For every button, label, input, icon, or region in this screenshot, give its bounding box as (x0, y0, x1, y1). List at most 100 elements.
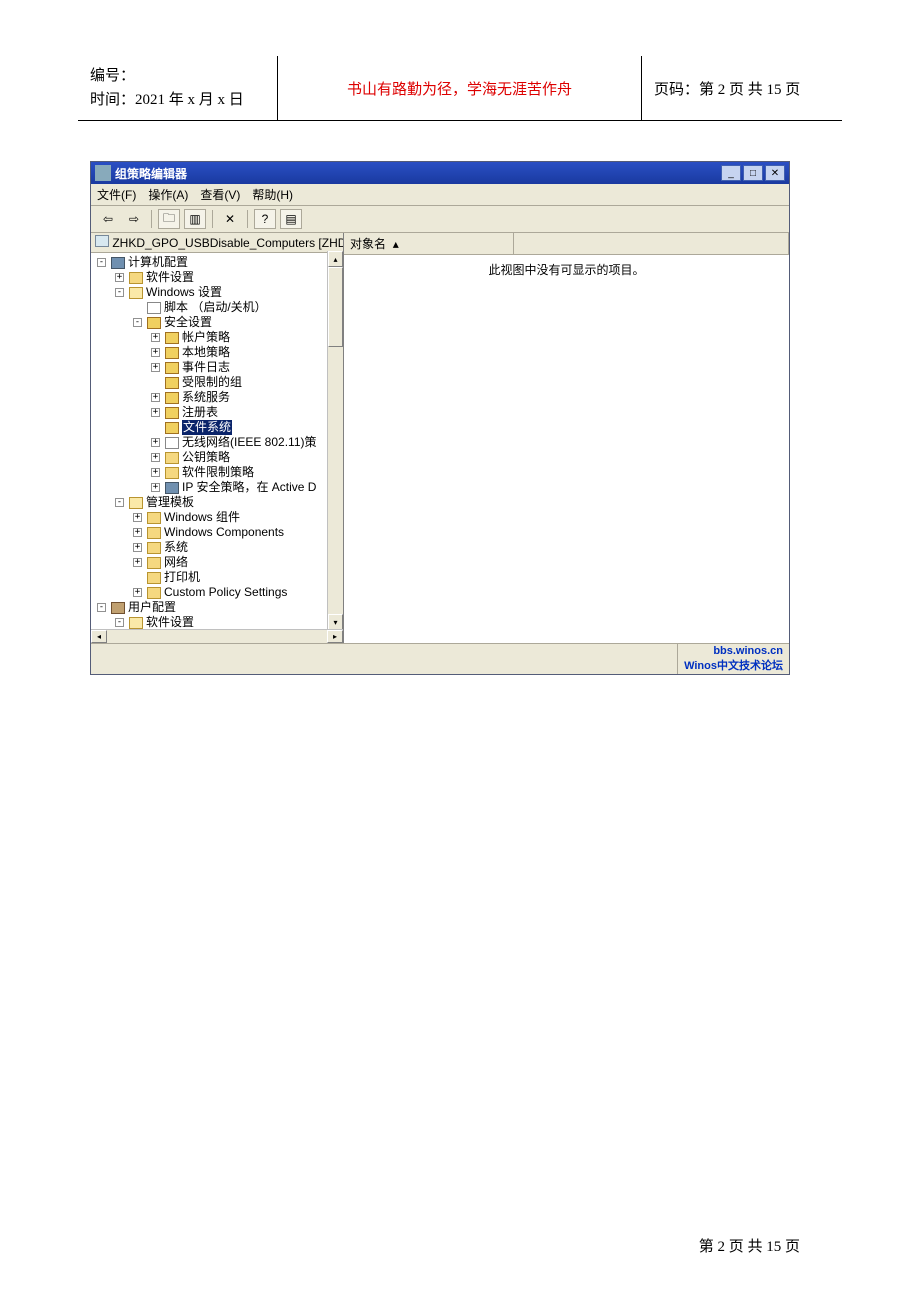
header-motto: 书山有路勤为径，学海无涯苦作舟 (278, 56, 642, 120)
tree-hscrollbar[interactable]: ◂ ▸ (91, 629, 343, 643)
filesystem-icon (165, 422, 179, 434)
tree-software-restriction[interactable]: +软件限制策略 (149, 465, 343, 480)
menu-file[interactable]: 文件(F) (97, 186, 136, 203)
toolbar: ⇦ ⇨ 🗀 ▥ ✕ ? ▤ (91, 206, 789, 233)
menu-help[interactable]: 帮助(H) (252, 186, 293, 203)
tree-system-services[interactable]: +系统服务 (149, 390, 343, 405)
minimize-button[interactable]: _ (721, 165, 741, 181)
menu-action[interactable]: 操作(A) (148, 186, 188, 203)
folder-icon (165, 467, 179, 479)
folder-icon (165, 452, 179, 464)
tree-restricted-groups[interactable]: 受限制的组 (149, 375, 343, 390)
ipsec-icon (165, 482, 179, 494)
tree-win-components-en[interactable]: +Windows Components (131, 525, 343, 540)
tree-printers[interactable]: 打印机 (131, 570, 343, 585)
list-empty-message: 此视图中没有可显示的项目。 (344, 255, 789, 284)
tree-event-log[interactable]: +事件日志 (149, 360, 343, 375)
header-page: 页码：第 2 页 共 15 页 (642, 56, 842, 120)
scroll-thumb[interactable] (328, 267, 343, 347)
tree-network[interactable]: +网络 (131, 555, 343, 570)
tree: -计算机配置 +软件设置 -Windows 设置 脚本 （启动/关机） -安全设… (91, 253, 343, 643)
root-icon (95, 235, 109, 247)
wireless-icon (165, 437, 179, 449)
tree-panel: ZHKD_GPO_USBDisable_Computers [ZHDC0 -计算… (91, 233, 344, 643)
app-icon (95, 165, 111, 181)
scroll-right-icon[interactable]: ▸ (327, 630, 343, 643)
registry-icon (165, 407, 179, 419)
group-icon (165, 377, 179, 389)
tree-custom-policy[interactable]: +Custom Policy Settings (131, 585, 343, 600)
script-icon (147, 302, 161, 314)
tree-file-system[interactable]: 文件系统 (149, 420, 343, 435)
list-column-blank[interactable] (514, 233, 789, 254)
screenshot-container: 组策略编辑器 _ □ ✕ 文件(F) 操作(A) 查看(V) 帮助(H) ⇦ ⇨… (0, 121, 920, 675)
list-column-name[interactable]: 对象名 ▴ (344, 233, 514, 254)
folder-open-icon (129, 617, 143, 629)
folder-open-icon (129, 287, 143, 299)
tree-header: ZHKD_GPO_USBDisable_Computers [ZHDC0 (91, 233, 343, 253)
log-icon (165, 362, 179, 374)
tree-system[interactable]: +系统 (131, 540, 343, 555)
tree-security-settings[interactable]: -安全设置 (131, 315, 343, 330)
tree-registry[interactable]: +注册表 (149, 405, 343, 420)
titlebar[interactable]: 组策略编辑器 _ □ ✕ (91, 162, 789, 184)
folder-icon (129, 272, 143, 284)
computer-icon (111, 257, 125, 269)
tree-wireless[interactable]: +无线网络(IEEE 802.11)策 (149, 435, 343, 450)
tree-account-policies[interactable]: +帐户策略 (149, 330, 343, 345)
statusbar: bbs.winos.cn Winos中文技术论坛 (91, 643, 789, 674)
policy-icon (165, 332, 179, 344)
tree-ip-security[interactable]: +IP 安全策略，在 Active D (149, 480, 343, 495)
tree-computer-config[interactable]: -计算机配置 (95, 255, 343, 270)
header-left: 编号： 时间：2021 年 x 月 x 日 (78, 56, 278, 120)
folder-icon (147, 557, 161, 569)
toolbar-separator (247, 210, 248, 228)
scroll-track[interactable] (107, 630, 327, 643)
tree-vscrollbar[interactable]: ▴ ▾ (327, 251, 343, 630)
doc-number: 编号： (90, 64, 265, 88)
delete-button[interactable]: ✕ (219, 209, 241, 229)
scroll-up-icon[interactable]: ▴ (328, 251, 343, 267)
help-button[interactable]: ? (254, 209, 276, 229)
status-text: bbs.winos.cn Winos中文技术论坛 (677, 644, 789, 674)
folder-icon (147, 527, 161, 539)
list-button[interactable]: ▤ (280, 209, 302, 229)
toolbar-separator (212, 210, 213, 228)
document-header: 编号： 时间：2021 年 x 月 x 日 书山有路勤为径，学海无涯苦作舟 页码… (78, 56, 842, 121)
maximize-button[interactable]: □ (743, 165, 763, 181)
back-button[interactable]: ⇦ (97, 209, 119, 229)
tree-admin-templates[interactable]: -管理模板 (113, 495, 343, 510)
folder-icon (147, 587, 161, 599)
scroll-left-icon[interactable]: ◂ (91, 630, 107, 643)
tree-windows-settings[interactable]: -Windows 设置 (113, 285, 343, 300)
tree-scripts[interactable]: 脚本 （启动/关机） (131, 300, 343, 315)
window-controls: _ □ ✕ (721, 165, 785, 181)
folder-icon (147, 542, 161, 554)
folder-icon (147, 572, 161, 584)
tree-root-label[interactable]: ZHKD_GPO_USBDisable_Computers [ZHDC0 (112, 236, 343, 250)
close-button[interactable]: ✕ (765, 165, 785, 181)
service-icon (165, 392, 179, 404)
tree-software-settings-2[interactable]: -软件设置 (113, 615, 343, 630)
scroll-down-icon[interactable]: ▾ (328, 614, 343, 630)
security-icon (147, 317, 161, 329)
tree-user-config[interactable]: -用户配置 (95, 600, 343, 615)
menubar: 文件(F) 操作(A) 查看(V) 帮助(H) (91, 184, 789, 206)
gpo-editor-window: 组策略编辑器 _ □ ✕ 文件(F) 操作(A) 查看(V) 帮助(H) ⇦ ⇨… (90, 161, 790, 675)
sort-asc-icon: ▴ (393, 237, 399, 251)
menu-view[interactable]: 查看(V) (200, 186, 240, 203)
page-footer: 第 2 页 共 15 页 (0, 675, 920, 1296)
list-panel: 对象名 ▴ 此视图中没有可显示的项目。 (344, 233, 789, 643)
properties-button[interactable]: ▥ (184, 209, 206, 229)
up-button[interactable]: 🗀 (158, 209, 180, 229)
tree-win-components-cn[interactable]: +Windows 组件 (131, 510, 343, 525)
tree-software-settings[interactable]: +软件设置 (113, 270, 343, 285)
toolbar-separator (151, 210, 152, 228)
doc-time: 时间：2021 年 x 月 x 日 (90, 88, 265, 112)
tree-public-key[interactable]: +公钥策略 (149, 450, 343, 465)
forward-button[interactable]: ⇨ (123, 209, 145, 229)
body-area: ZHKD_GPO_USBDisable_Computers [ZHDC0 -计算… (91, 233, 789, 643)
folder-icon (147, 512, 161, 524)
tree-local-policies[interactable]: +本地策略 (149, 345, 343, 360)
user-icon (111, 602, 125, 614)
